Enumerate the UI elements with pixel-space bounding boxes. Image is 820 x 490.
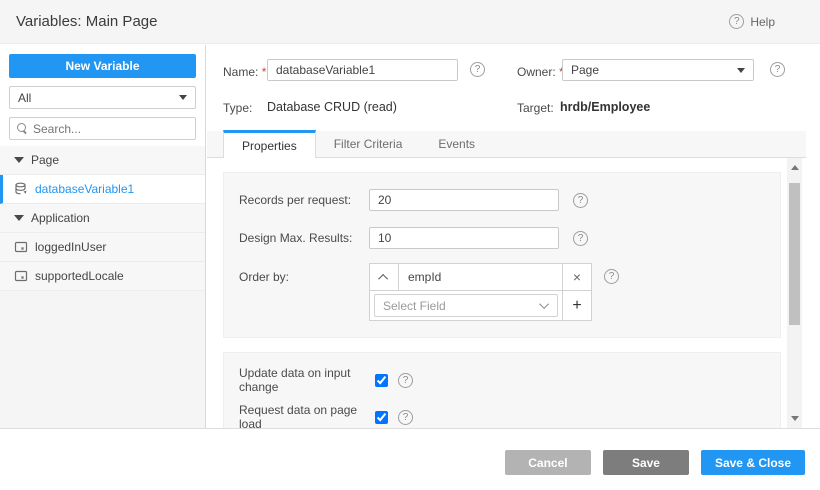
variable-summary: Name: * Owner: * Page Type: Database CRU… xyxy=(207,45,806,131)
tree-item-label: supportedLocale xyxy=(35,269,124,283)
add-field-button[interactable]: + xyxy=(562,291,591,320)
variables-sidebar: New Variable All Page databaseVariable1 … xyxy=(0,45,206,428)
select-field-dropdown[interactable]: Select Field xyxy=(374,294,558,317)
sort-direction-button[interactable] xyxy=(370,264,399,290)
search-input[interactable] xyxy=(33,122,183,136)
target-label: Target: xyxy=(517,101,554,115)
records-per-request-help-icon[interactable] xyxy=(573,193,588,208)
variable-filter-value: All xyxy=(18,91,31,105)
chevron-up-icon xyxy=(378,273,388,283)
tree-group-page[interactable]: Page xyxy=(0,146,205,175)
static-variable-icon xyxy=(14,240,28,254)
scrollbar-thumb[interactable] xyxy=(789,183,800,325)
help-icon xyxy=(729,14,744,29)
select-field-placeholder: Select Field xyxy=(383,299,446,313)
save-button[interactable]: Save xyxy=(603,450,689,475)
request-on-load-label: Request data on page load xyxy=(239,403,375,428)
variables-dialog: Variables: Main Page Help New Variable A… xyxy=(0,0,820,490)
tree-group-label: Page xyxy=(31,153,59,167)
chevron-down-icon xyxy=(179,95,187,100)
variable-search[interactable] xyxy=(9,117,196,140)
search-icon xyxy=(17,123,28,134)
save-and-close-button[interactable]: Save & Close xyxy=(701,450,805,475)
chevron-down-icon xyxy=(539,299,549,309)
design-max-results-label: Design Max. Results: xyxy=(239,231,369,245)
dialog-header: Variables: Main Page Help xyxy=(0,0,820,44)
design-max-results-input[interactable] xyxy=(369,227,559,249)
type-label: Type: xyxy=(223,101,252,115)
required-asterisk: * xyxy=(262,65,267,79)
select-field-wrap: Select Field xyxy=(370,291,562,320)
help-label: Help xyxy=(750,15,775,29)
help-link[interactable]: Help xyxy=(729,14,775,29)
scroll-down-arrow-icon[interactable] xyxy=(787,411,802,426)
tab-properties[interactable]: Properties xyxy=(223,130,316,158)
scroll-up-arrow-icon[interactable] xyxy=(787,160,802,175)
name-label: Name: * xyxy=(223,65,266,79)
editor-tabs: Properties Filter Criteria Events xyxy=(207,131,806,158)
records-per-request-label: Records per request: xyxy=(239,193,369,207)
variable-editor: Name: * Owner: * Page Type: Database CRU… xyxy=(207,45,806,428)
owner-select[interactable]: Page xyxy=(562,59,754,81)
order-by-help-icon[interactable] xyxy=(604,269,619,284)
chevron-down-icon xyxy=(737,68,745,73)
add-field-row: Select Field + xyxy=(370,291,591,320)
new-variable-button[interactable]: New Variable xyxy=(9,54,196,78)
records-per-request-input[interactable] xyxy=(369,189,559,211)
name-input[interactable] xyxy=(267,59,458,81)
update-on-input-label: Update data on input change xyxy=(239,366,375,394)
owner-help-icon[interactable] xyxy=(770,62,785,77)
page-title: Variables: Main Page xyxy=(16,13,157,30)
data-settings-panel: Records per request: Design Max. Results… xyxy=(223,172,781,338)
request-on-load-help-icon[interactable] xyxy=(398,410,413,425)
database-variable-icon xyxy=(14,182,28,196)
type-value: Database CRUD (read) xyxy=(267,100,397,114)
tree-item-supportedlocale[interactable]: supportedLocale xyxy=(0,262,205,291)
static-variable-icon xyxy=(14,269,28,283)
behavior-panel: Update data on input change Request data… xyxy=(223,352,781,428)
vertical-scrollbar[interactable] xyxy=(787,158,802,428)
tree-group-label: Application xyxy=(31,211,90,225)
tab-events[interactable]: Events xyxy=(420,130,493,157)
tree-item-label: loggedInUser xyxy=(35,240,106,254)
tree-item-label: databaseVariable1 xyxy=(35,182,134,196)
properties-tab-content: Records per request: Design Max. Results… xyxy=(207,158,806,428)
order-by-row: empId × xyxy=(370,264,591,291)
collapse-triangle-icon[interactable] xyxy=(14,157,24,163)
remove-field-button[interactable]: × xyxy=(562,264,591,290)
name-help-icon[interactable] xyxy=(470,62,485,77)
owner-value: Page xyxy=(571,63,599,77)
target-value: hrdb/Employee xyxy=(560,100,650,114)
order-by-label: Order by: xyxy=(239,270,289,284)
order-by-widget: empId × Select Field + xyxy=(369,263,592,321)
tree-group-application[interactable]: Application xyxy=(0,204,205,233)
collapse-triangle-icon[interactable] xyxy=(14,215,24,221)
dialog-footer: Cancel Save Save & Close xyxy=(0,428,820,490)
request-on-load-checkbox[interactable] xyxy=(375,411,388,424)
tab-filter-criteria[interactable]: Filter Criteria xyxy=(316,130,421,157)
tree-item-databasevariable1[interactable]: databaseVariable1 xyxy=(0,175,205,204)
order-by-field[interactable]: empId xyxy=(399,264,562,290)
tree-item-loggedinuser[interactable]: loggedInUser xyxy=(0,233,205,262)
cancel-button[interactable]: Cancel xyxy=(505,450,591,475)
owner-label: Owner: * xyxy=(517,65,564,79)
design-max-results-help-icon[interactable] xyxy=(573,231,588,246)
update-on-input-checkbox[interactable] xyxy=(375,374,388,387)
update-on-input-help-icon[interactable] xyxy=(398,373,413,388)
variable-filter-select[interactable]: All xyxy=(9,86,196,109)
sidebar-controls: New Variable All xyxy=(0,45,205,146)
